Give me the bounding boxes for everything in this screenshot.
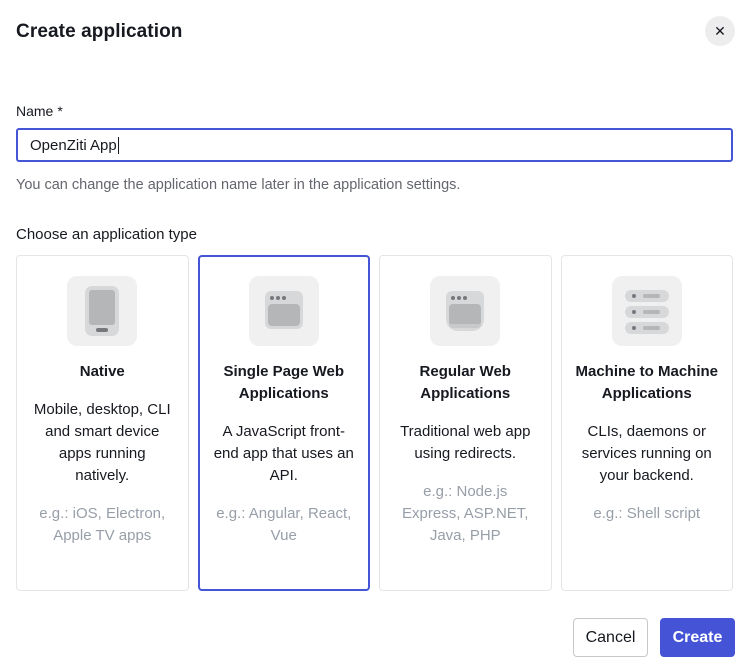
server-list-icon xyxy=(612,276,682,346)
card-regular-web[interactable]: Regular Web Applications Traditional web… xyxy=(379,255,552,591)
name-input-value: OpenZiti App xyxy=(30,137,117,154)
card-title: Regular Web Applications xyxy=(393,361,538,405)
cancel-button[interactable]: Cancel xyxy=(573,618,648,657)
close-icon: ✕ xyxy=(714,24,726,38)
text-cursor xyxy=(118,137,119,154)
name-field-label: Name * xyxy=(16,103,733,119)
required-marker: * xyxy=(57,103,62,119)
phone-icon xyxy=(67,276,137,346)
card-native[interactable]: Native Mobile, desktop, CLI and smart de… xyxy=(16,255,189,591)
card-example: e.g.: Shell script xyxy=(593,503,700,525)
card-description: A JavaScript front-end app that uses an … xyxy=(212,421,357,487)
card-title: Machine to Machine Applications xyxy=(575,361,720,405)
name-helper-text: You can change the application name late… xyxy=(16,176,733,195)
modal-footer: Cancel Create xyxy=(573,618,735,657)
card-title: Native xyxy=(80,361,125,383)
card-title: Single Page Web Applications xyxy=(212,361,357,405)
application-type-label: Choose an application type xyxy=(16,226,733,243)
card-example: e.g.: Angular, React, Vue xyxy=(212,503,357,547)
modal-body: Name * OpenZiti App You can change the a… xyxy=(0,103,749,591)
name-input[interactable]: OpenZiti App xyxy=(16,128,733,162)
card-single-page-web[interactable]: Single Page Web Applications A JavaScrip… xyxy=(198,255,371,591)
card-example: e.g.: Node.js Express, ASP.NET, Java, PH… xyxy=(393,481,538,547)
modal-title: Create application xyxy=(16,21,733,43)
modal-header: Create application ✕ xyxy=(0,0,749,43)
card-description: CLIs, daemons or services running on you… xyxy=(575,421,720,487)
card-description: Mobile, desktop, CLI and smart device ap… xyxy=(30,399,175,487)
card-example: e.g.: iOS, Electron, Apple TV apps xyxy=(30,503,175,547)
close-button[interactable]: ✕ xyxy=(705,16,735,46)
create-button[interactable]: Create xyxy=(660,618,735,657)
card-machine-to-machine[interactable]: Machine to Machine Applications CLIs, da… xyxy=(561,255,734,591)
card-description: Traditional web app using redirects. xyxy=(393,421,538,465)
application-type-cards: Native Mobile, desktop, CLI and smart de… xyxy=(16,255,733,591)
terminal-window-icon xyxy=(430,276,500,346)
name-label-text: Name xyxy=(16,103,53,119)
browser-window-icon xyxy=(249,276,319,346)
